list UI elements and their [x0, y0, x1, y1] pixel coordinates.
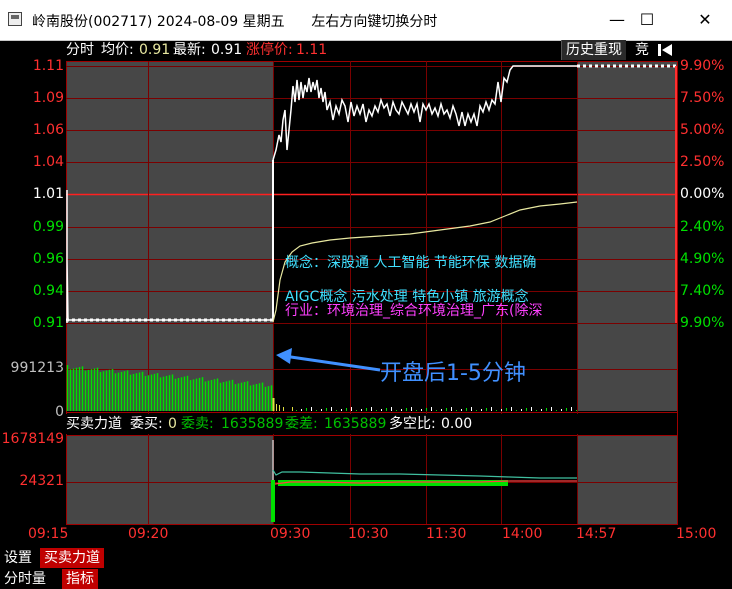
limitup-value: 1.11	[296, 42, 328, 58]
bottom-tabs: 设置 买卖力道 分时量 指标	[0, 548, 732, 589]
price-tick-label: 0.94	[32, 283, 64, 299]
percent-tick-label: 4.90%	[680, 251, 725, 267]
intraday-volume-bars	[272, 398, 293, 411]
percent-tick-label: 2.50%	[680, 154, 725, 170]
window-title: 岭南股份(002717) 2024-08-09 星期五 左右方向键切换分时	[32, 14, 438, 30]
ratio-label: 多空比:	[389, 416, 436, 432]
tab-force[interactable]: 买卖力道	[40, 548, 104, 568]
tab-volume[interactable]: 分时量	[0, 569, 50, 589]
price-tick-label: 0.96	[32, 251, 64, 267]
time-tick-label: 09:15	[28, 526, 69, 542]
volume-axis-max: 991213	[10, 360, 64, 376]
intraday-volume-ticks	[296, 407, 577, 411]
post-market-panel-lower	[577, 436, 677, 524]
time-tick-label: 15:00	[676, 526, 717, 542]
percent-tick-label: 5.00%	[680, 122, 725, 138]
tab-indicator[interactable]: 指标	[62, 569, 98, 589]
percent-tick-label: 9.90%	[680, 58, 725, 74]
time-tick-label: 09:30	[270, 526, 311, 542]
time-tick-label: 09:20	[128, 526, 169, 542]
buy-value: 0	[168, 416, 177, 432]
tab-settings[interactable]: 设置	[0, 548, 36, 568]
diff-label: 委差:	[285, 416, 318, 432]
concept-line-1: 概念：深股通 人工智能 节能环保 数据确	[285, 255, 537, 271]
price-tick-label: 0.91	[32, 315, 64, 331]
force-green-band	[278, 480, 508, 486]
ratio-value: 0.00	[441, 416, 473, 432]
sell-value: 1635889	[221, 416, 284, 432]
force-title: 买卖力道	[66, 416, 122, 432]
sell-label: 委卖:	[181, 416, 214, 432]
force-open-bar	[271, 480, 275, 522]
history-replay-button[interactable]: 历史重现	[561, 40, 626, 60]
app-icon	[8, 12, 22, 26]
avg-label: 均价:	[101, 42, 134, 58]
pre-market-panel-lower	[66, 436, 273, 524]
percent-tick-label: 2.40%	[680, 219, 725, 235]
maximize-button[interactable]: ☐	[624, 0, 670, 40]
buy-label: 委买:	[130, 416, 163, 432]
time-tick-label: 10:30	[348, 526, 389, 542]
avg-value: 0.91	[139, 42, 171, 58]
back-to-start-icon[interactable]	[656, 42, 676, 58]
volume-axis-zero: 0	[55, 404, 64, 420]
percent-tick-label: 0.00%	[680, 186, 725, 202]
time-tick-label: 11:30	[426, 526, 467, 542]
mode-label: 分时	[66, 42, 94, 58]
latest-value: 0.91	[211, 42, 243, 58]
price-tick-label: 1.06	[32, 122, 64, 138]
post-market-panel	[577, 61, 677, 411]
price-tick-label: 1.04	[32, 154, 64, 170]
force-line-teal	[272, 469, 577, 479]
industry-line: 行业：环境治理_综合环境治理_广东(除深	[285, 303, 543, 319]
force-panel-header: 买卖力道 委买: 0 委卖: 1635889 委差: 1635889 多空比: …	[66, 414, 677, 434]
force-axis-mid: 24321	[19, 473, 64, 489]
percent-tick-label: 7.40%	[680, 283, 725, 299]
time-tick-label: 14:57	[576, 526, 617, 542]
annotation-arrow	[276, 348, 381, 372]
annotation-text: 开盘后1-5分钟	[380, 361, 526, 386]
intraday-chart[interactable]: 分时 均价: 0.91 最新: 0.91 涨停价: 1.11 历史重现 竞 1.…	[0, 40, 732, 549]
price-tick-label: 1.01	[32, 186, 64, 202]
price-tick-label: 1.09	[32, 90, 64, 106]
limitup-label: 涨停价:	[246, 42, 293, 58]
price-tick-label: 0.99	[32, 219, 64, 235]
auction-button[interactable]: 竞	[633, 40, 651, 60]
force-axis-max: 1678149	[1, 431, 64, 447]
intraday-price-line	[272, 65, 577, 161]
pre-market-panel	[66, 61, 273, 411]
price-tick-label: 1.11	[32, 58, 64, 74]
diff-value: 1635889	[324, 416, 387, 432]
percent-tick-label: 7.50%	[680, 90, 725, 106]
close-button[interactable]: ✕	[682, 0, 728, 40]
time-tick-label: 14:00	[502, 526, 543, 542]
latest-label: 最新:	[173, 42, 206, 58]
window-titlebar: 岭南股份(002717) 2024-08-09 星期五 左右方向键切换分时 — …	[0, 0, 732, 41]
percent-tick-label: 9.90%	[680, 315, 725, 331]
